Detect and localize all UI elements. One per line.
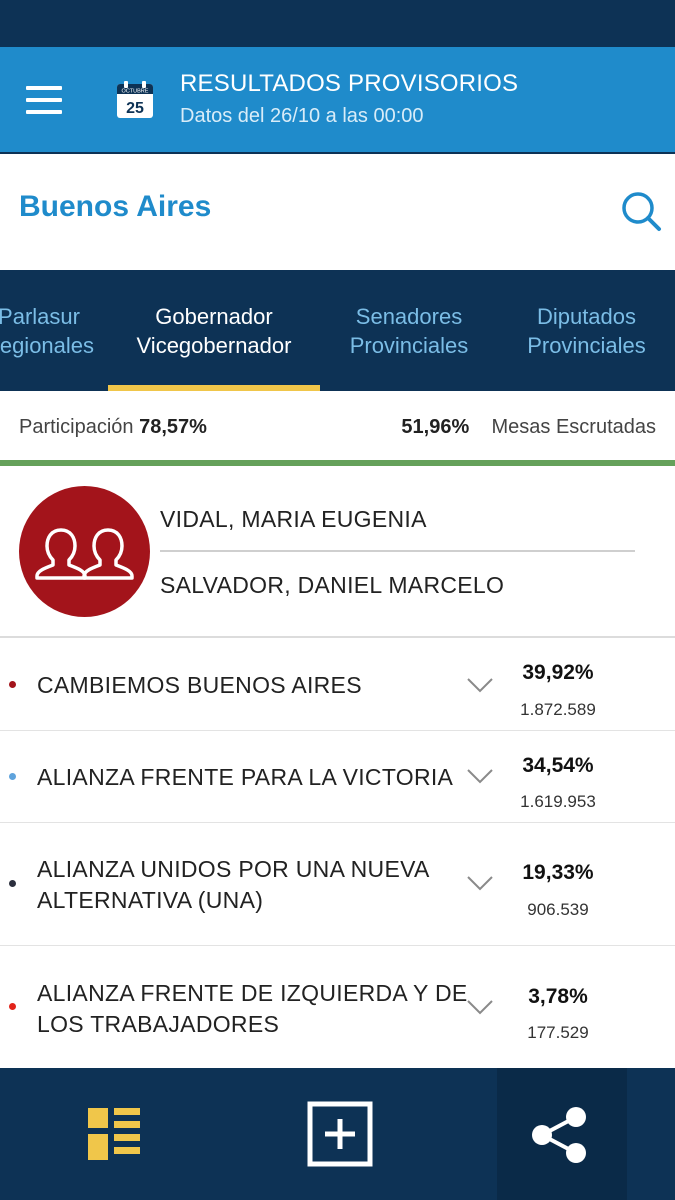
party-color-dot (9, 880, 16, 887)
vote-count: 177.529 (527, 1023, 589, 1042)
tab-label: Senadores (355, 304, 463, 329)
calendar-day: 25 (126, 100, 144, 117)
add-icon (307, 1101, 373, 1167)
vote-percent: 3,78% (528, 985, 588, 1008)
party-name-line: ALIANZA UNIDOS POR UNA NUEVA (37, 856, 430, 882)
tab-senadores[interactable]: Senadores Provinciales (320, 302, 498, 360)
candidate-divider (160, 550, 635, 552)
chevron-down-icon[interactable] (466, 768, 494, 784)
tables-counted: 51,96% Mesas Escrutadas (401, 416, 656, 439)
result-row[interactable]: CAMBIEMOS BUENOS AIRES 39,92% 1.872.589 (0, 638, 675, 730)
search-icon (622, 192, 661, 231)
tab-label: Parlasur (0, 304, 80, 329)
share-button[interactable] (530, 1106, 588, 1164)
tab-gobernador[interactable]: Gobernador Vicegobernador (108, 302, 320, 360)
calendar-icon: OCTUBRE 25 (117, 81, 153, 118)
app-bar-divider (0, 152, 675, 154)
party-color-dot (9, 773, 16, 780)
app-bar (0, 47, 675, 152)
party-color-dot (9, 1003, 16, 1010)
app-title: RESULTADOS PROVISORIOS (180, 70, 519, 97)
result-row[interactable]: ALIANZA UNIDOS POR UNA NUEVA ALTERNATIVA… (0, 823, 675, 945)
party-color-dot (9, 681, 16, 688)
tab-diputados[interactable]: Diputados Provinciales (498, 302, 675, 360)
active-tab-indicator (108, 385, 320, 391)
tab-label: Gobernador (155, 304, 273, 329)
calendar-month: OCTUBRE (122, 89, 149, 95)
status-bar (0, 0, 675, 47)
party-name: CAMBIEMOS BUENOS AIRES (37, 672, 362, 698)
vote-count: 1.872.589 (520, 700, 596, 719)
list-view-icon (88, 1108, 140, 1160)
list-view-button[interactable] (88, 1108, 140, 1160)
result-row[interactable]: ALIANZA FRENTE DE IZQUIERDA Y DE LOS TRA… (0, 946, 675, 1068)
vote-percent: 19,33% (522, 861, 594, 884)
tab-label: Provinciales (349, 333, 469, 358)
party-name-line: ALIANZA FRENTE DE IZQUIERDA Y DE (37, 980, 468, 1006)
candidate-avatar (19, 486, 150, 617)
vote-count: 1.619.953 (520, 792, 596, 811)
party-name-line: LOS TRABAJADORES (37, 1011, 280, 1037)
vice-governor-name: SALVADOR, DANIEL MARCELO (160, 572, 505, 598)
chevron-down-icon[interactable] (466, 677, 494, 693)
chevron-down-icon[interactable] (466, 875, 494, 891)
region-title: Buenos Aires (19, 190, 212, 223)
participation: Participación 78,57% (19, 416, 207, 439)
user-pair-icon (35, 528, 134, 580)
party-name-line: ALTERNATIVA (UNA) (37, 887, 264, 913)
category-tabs: Parlasur Regionales Gobernador Vicegober… (0, 270, 675, 391)
menu-button[interactable] (26, 86, 64, 114)
tab-label: Vicegobernador (136, 333, 292, 358)
tables-counted-label: Mesas Escrutadas (491, 416, 656, 438)
tab-label: Provinciales (527, 333, 646, 358)
tab-label: Diputados (536, 304, 637, 329)
party-name: ALIANZA FRENTE PARA LA VICTORIA (37, 764, 454, 790)
stats-bar: Participación 78,57% 51,96% Mesas Escrut… (0, 392, 675, 460)
result-row[interactable]: ALIANZA FRENTE PARA LA VICTORIA 34,54% 1… (0, 731, 675, 822)
tab-label: Regionales (0, 333, 95, 358)
vote-percent: 39,92% (522, 661, 594, 684)
data-timestamp: Datos del 26/10 a las 00:00 (180, 105, 424, 127)
vote-percent: 34,54% (522, 754, 594, 777)
tab-parlasur[interactable]: Parlasur Regionales (0, 302, 103, 360)
governor-name: VIDAL, MARIA EUGENIA (160, 506, 427, 532)
progress-line (0, 460, 675, 466)
tables-counted-value: 51,96% (401, 416, 470, 438)
party-name: ALIANZA FRENTE DE IZQUIERDA Y DE LOS TRA… (37, 978, 468, 1040)
participation-label: Participación (19, 416, 134, 438)
vote-count: 906.539 (527, 900, 589, 919)
chevron-down-icon[interactable] (466, 999, 494, 1015)
add-button[interactable] (307, 1101, 373, 1167)
share-icon (532, 1107, 586, 1163)
search-button[interactable] (618, 188, 664, 234)
bottom-toolbar (0, 1068, 675, 1200)
party-name: ALIANZA UNIDOS POR UNA NUEVA ALTERNATIVA… (37, 854, 430, 916)
participation-value: 78,57% (139, 416, 207, 438)
